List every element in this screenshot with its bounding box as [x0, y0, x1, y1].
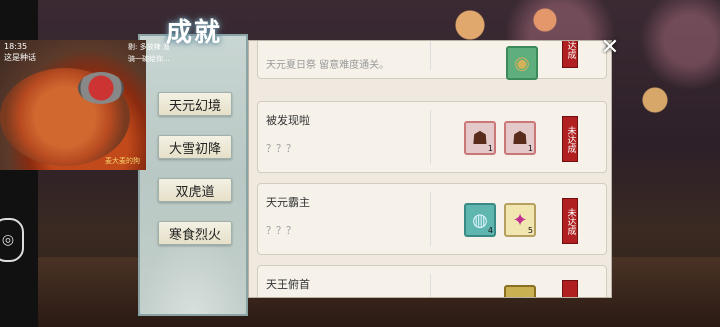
card-divider — [430, 110, 431, 164]
achievement-name: 天王俯首 — [266, 278, 310, 291]
crystal-orb-icon[interactable]: ◍ 4 — [464, 203, 496, 237]
gold-item-icon[interactable]: ▲ — [504, 285, 536, 297]
chat-message: 剔: 多放辣 渔 — [128, 43, 170, 51]
category-sidebar — [138, 34, 248, 316]
side-drawer-handle[interactable]: ◎ — [0, 218, 24, 262]
star-gem-icon[interactable]: ✦ 5 — [504, 203, 536, 237]
close-icon[interactable]: ✕ — [598, 36, 622, 60]
reward-qty: 5 — [527, 226, 533, 235]
overlay-signature: 麦大麦的狗 — [105, 157, 140, 165]
overlay-text: 这是种话 — [4, 53, 36, 62]
category-tab-3[interactable]: 双虎道 — [158, 178, 232, 202]
status-badge: 未 — [562, 280, 578, 297]
green-item-icon[interactable]: ◉ — [506, 46, 538, 80]
stream-camera-overlay: 18:35 这是种话 麦大麦的狗 — [0, 40, 146, 170]
mystery-item-icon[interactable]: ☗ 1 — [464, 121, 496, 155]
achievement-list-panel[interactable]: 天元夏日祭 留意难度通关。 ◉ 未达成 被发现啦 ？？？ ☗ 1 ☗ 1 未达成… — [248, 40, 612, 298]
status-badge: 未达成 — [562, 198, 578, 244]
achievement-card: 天王俯首 ▲ 未 — [257, 265, 607, 297]
mystery-item-icon[interactable]: ☗ 1 — [504, 121, 536, 155]
achievement-desc: ？？？ — [266, 144, 296, 155]
category-tab-1[interactable]: 天元幻境 — [158, 92, 232, 116]
overlay-text: 18:35 — [4, 42, 28, 51]
chat-message: 骑一碗给你... — [128, 55, 170, 63]
achievement-desc: ？？？ — [266, 226, 296, 237]
achievement-name: 天元霸主 — [266, 196, 310, 209]
status-badge: 未达成 — [562, 41, 578, 68]
category-tab-2[interactable]: 大雪初降 — [158, 135, 232, 159]
sidebar-cloud-decoration — [140, 234, 246, 314]
achievement-desc: 天元夏日祭 留意难度通关。 — [266, 60, 390, 71]
achievement-card: 天元霸主 ？？？ ◍ 4 ✦ 5 未达成 — [257, 183, 607, 255]
reward-qty: 4 — [487, 226, 493, 235]
card-divider — [430, 192, 431, 246]
category-tab-4[interactable]: 寒食烈火 — [158, 221, 232, 245]
card-divider — [430, 274, 431, 297]
achievement-card: 被发现啦 ？？？ ☗ 1 ☗ 1 未达成 — [257, 101, 607, 173]
achievement-name: 被发现啦 — [266, 114, 310, 127]
pot-image — [78, 72, 124, 104]
reward-qty: 1 — [527, 144, 533, 153]
status-badge: 未达成 — [562, 116, 578, 162]
achievement-card: 天元夏日祭 留意难度通关。 ◉ 未达成 — [257, 41, 607, 80]
card-divider — [430, 41, 431, 70]
reward-qty: 1 — [487, 144, 493, 153]
